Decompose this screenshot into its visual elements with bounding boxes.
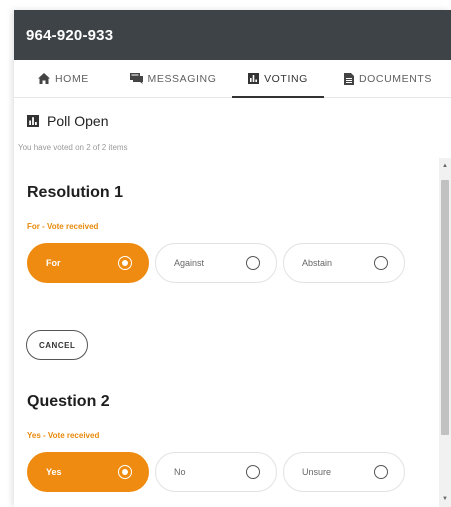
document-icon xyxy=(343,72,354,85)
tab-messaging[interactable]: MESSAGING xyxy=(118,60,228,97)
option-no[interactable]: No xyxy=(155,452,277,492)
chat-icon xyxy=(129,73,143,84)
tab-documents[interactable]: DOCUMENTS xyxy=(328,60,448,97)
option-label: Yes xyxy=(46,467,62,477)
tab-voting-label: VOTING xyxy=(264,72,308,85)
voting-item-resolution-1: Resolution 1 For - Vote received For Aga… xyxy=(27,184,405,283)
top-bar: 964-920-933 xyxy=(14,10,451,60)
home-icon xyxy=(38,73,50,84)
tab-home-label: HOME xyxy=(55,72,89,85)
option-yes[interactable]: Yes xyxy=(27,452,149,492)
scrollbar-thumb[interactable] xyxy=(441,180,449,435)
item-title: Resolution 1 xyxy=(27,184,124,201)
vertical-scrollbar[interactable]: ▲ ▼ xyxy=(439,158,451,507)
vote-options: For Against Abstain xyxy=(27,243,405,283)
scroll-up-arrow-icon[interactable]: ▲ xyxy=(439,160,451,172)
option-label: No xyxy=(174,467,186,477)
radio-selected-icon xyxy=(118,465,132,479)
radio-empty-icon xyxy=(374,256,388,270)
poll-status: Poll Open xyxy=(27,113,108,129)
poll-status-text: Poll Open xyxy=(47,113,109,129)
radio-empty-icon xyxy=(246,256,260,270)
option-against[interactable]: Against xyxy=(155,243,277,283)
radio-selected-icon xyxy=(118,256,132,270)
vote-options: Yes No Unsure xyxy=(27,452,405,492)
vote-status: For - Vote received xyxy=(27,222,99,231)
voting-content: Poll Open You have voted on 2 of 2 items… xyxy=(14,98,439,507)
voting-item-question-2: Question 2 Yes - Vote received Yes No Un… xyxy=(27,393,405,492)
bar-chart-icon xyxy=(248,73,260,84)
option-label: Against xyxy=(174,258,205,268)
tab-bar: HOME MESSAGING VOTING DOCUMENTS xyxy=(14,60,451,98)
app-window: 964-920-933 HOME MESSAGING VOTING DOCUME… xyxy=(14,10,451,507)
option-label: For xyxy=(46,258,61,268)
cancel-vote-button[interactable]: CANCEL xyxy=(26,330,89,360)
radio-empty-icon xyxy=(246,465,260,479)
bar-chart-icon xyxy=(27,115,39,127)
item-title: Question 2 xyxy=(27,393,110,410)
option-label: Abstain xyxy=(302,258,333,268)
tab-messaging-label: MESSAGING xyxy=(147,72,217,85)
option-abstain[interactable]: Abstain xyxy=(283,243,405,283)
tab-documents-label: DOCUMENTS xyxy=(358,72,433,85)
tab-voting[interactable]: VOTING xyxy=(228,60,328,98)
tab-home[interactable]: HOME xyxy=(14,60,118,97)
option-label: Unsure xyxy=(302,467,332,477)
radio-empty-icon xyxy=(374,465,388,479)
option-for[interactable]: For xyxy=(27,243,149,283)
meeting-id-title: 964-920-933 xyxy=(26,26,114,44)
voted-summary: You have voted on 2 of 2 items xyxy=(18,143,128,152)
vote-status: Yes - Vote received xyxy=(27,431,100,440)
option-unsure[interactable]: Unsure xyxy=(283,452,405,492)
scroll-down-arrow-icon[interactable]: ▼ xyxy=(439,493,451,505)
